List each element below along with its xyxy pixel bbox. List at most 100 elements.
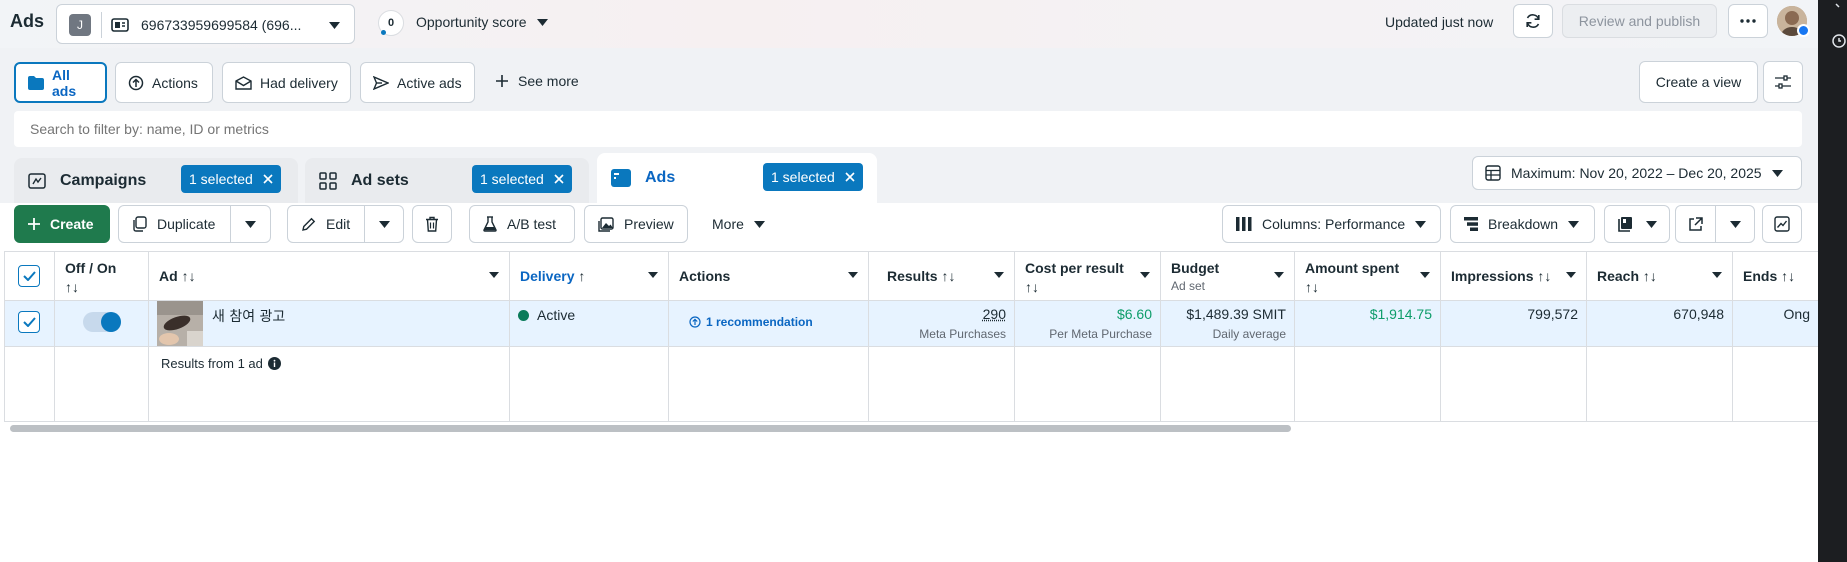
chevron-down-icon[interactable] (648, 272, 658, 278)
select-all-checkbox[interactable] (18, 265, 40, 287)
breakdown-label: Breakdown (1488, 216, 1559, 232)
chip-all-ads-label: All ads (52, 66, 77, 99)
chip-actions[interactable]: Actions (115, 62, 213, 103)
view-settings-button[interactable] (1763, 61, 1803, 103)
col-divider (148, 251, 149, 422)
breakdown-dropdown[interactable]: Breakdown (1450, 205, 1595, 243)
actions-header: Actions (679, 268, 731, 284)
create-view-button[interactable]: Create a view (1639, 61, 1758, 103)
chip-all-ads[interactable]: All ads (14, 62, 107, 103)
sort-icon[interactable]: ↑↓ (1643, 268, 1657, 284)
close-icon[interactable] (554, 174, 564, 184)
col-divider (509, 251, 510, 422)
more-options-button[interactable] (1728, 4, 1768, 38)
sort-icon[interactable]: ↑↓ (65, 279, 79, 295)
columns-label: Columns: Performance (1262, 216, 1406, 232)
chevron-down-icon (378, 220, 390, 228)
column-off-on[interactable]: Off / On ↑↓ (54, 252, 148, 300)
recommendation-link[interactable]: 1 recommendation (689, 315, 813, 329)
delete-button[interactable] (412, 205, 452, 243)
columns-icon (1236, 217, 1252, 231)
account-icon (111, 17, 129, 33)
score-indicator-dot (381, 30, 386, 35)
export-dropdown[interactable] (1715, 205, 1755, 243)
column-results[interactable]: Results ↑↓ (868, 252, 1014, 300)
row-checkbox[interactable] (18, 311, 40, 333)
sort-icon[interactable]: ↑↓ (941, 268, 955, 284)
column-reach[interactable]: Reach ↑↓ (1586, 252, 1732, 300)
close-icon[interactable] (845, 172, 855, 182)
close-icon[interactable] (263, 174, 273, 184)
results-value[interactable]: 290 (868, 306, 1006, 322)
chevron-down-icon[interactable] (1712, 272, 1722, 278)
external-link-icon (1688, 216, 1703, 232)
preview-label: Preview (624, 216, 674, 232)
see-more-button[interactable]: See more (496, 73, 579, 89)
columns-dropdown[interactable]: Columns: Performance (1222, 205, 1441, 243)
page-title: Ads (10, 11, 45, 31)
opportunity-score-dropdown[interactable]: Opportunity score (416, 14, 548, 30)
ad-toggle[interactable] (83, 312, 121, 332)
info-icon[interactable] (267, 357, 281, 370)
delivery-header: Delivery ↑ (520, 268, 585, 284)
sort-icon[interactable]: ↑↓ (1781, 268, 1795, 284)
sort-icon[interactable]: ↑↓ (1025, 279, 1039, 295)
column-budget[interactable]: Budget Ad set (1160, 252, 1294, 300)
horizontal-scrollbar[interactable] (10, 425, 1291, 432)
chip-active-ads-label: Active ads (397, 74, 462, 91)
cost-per-result-sub: Per Meta Purchase (1049, 327, 1152, 341)
edit-button[interactable]: Edit (287, 205, 365, 243)
chevron-down-icon[interactable] (848, 272, 858, 278)
ad-name[interactable]: 새 참여 광고 (212, 306, 285, 326)
column-impressions[interactable]: Impressions ↑↓ (1440, 252, 1586, 300)
chevron-down-icon[interactable] (1140, 272, 1150, 278)
search-input[interactable] (14, 111, 1802, 147)
chevron-down-icon[interactable] (1274, 272, 1284, 278)
trash-icon (425, 216, 439, 232)
chevron-down-icon[interactable] (1566, 272, 1576, 278)
ads-selected-badge[interactable]: 1 selected (763, 163, 863, 191)
column-cost-per-result[interactable]: Cost per result ↑↓ (1014, 252, 1160, 300)
column-ad[interactable]: Ad ↑↓ (148, 252, 509, 300)
ends-value: Ong (1783, 306, 1810, 322)
edit-dropdown[interactable] (364, 205, 404, 243)
grid-icon (319, 171, 337, 190)
ad-thumbnail[interactable] (157, 301, 203, 346)
date-range-picker[interactable]: Maximum: Nov 20, 2022 – Dec 20, 2025 (1472, 156, 1802, 190)
chip-active-ads[interactable]: Active ads (360, 62, 475, 103)
adsets-selected-badge[interactable]: 1 selected (472, 165, 572, 193)
opportunity-score-value: 0 (387, 17, 395, 29)
refresh-icon (1525, 13, 1541, 29)
preview-button[interactable]: Preview (584, 205, 688, 243)
folder-icon (28, 75, 44, 90)
tab-campaigns-label: Campaigns (60, 171, 147, 189)
chevron-down-icon[interactable] (994, 272, 1004, 278)
date-range-label: Maximum: Nov 20, 2022 – Dec 20, 2025 (1511, 165, 1762, 181)
review-publish-button[interactable]: Review and publish (1562, 4, 1717, 38)
column-actions[interactable]: Actions (668, 252, 868, 300)
column-delivery[interactable]: Delivery ↑ (509, 252, 668, 300)
recommendation-text: 1 recommendation (706, 315, 813, 329)
column-ends[interactable]: Ends ↑↓ (1732, 252, 1818, 300)
campaigns-selected-badge[interactable]: 1 selected (181, 165, 281, 193)
chevron-down-icon[interactable] (489, 272, 499, 278)
sort-icon[interactable]: ↑↓ (1305, 279, 1319, 295)
account-selector[interactable]: J 696733959699584 (696... (56, 4, 355, 44)
reports-dropdown[interactable] (1604, 205, 1670, 243)
chevron-down-icon (536, 18, 548, 26)
export-button[interactable] (1675, 205, 1716, 243)
sort-icon[interactable]: ↑↓ (1537, 268, 1551, 284)
create-button[interactable]: Create (14, 205, 110, 243)
refresh-button[interactable] (1513, 4, 1553, 38)
column-amount-spent[interactable]: Amount spent ↑↓ (1294, 252, 1440, 300)
more-actions-dropdown[interactable]: More (712, 216, 765, 232)
chip-had-delivery[interactable]: Had delivery (222, 62, 351, 103)
sort-ascending-icon[interactable]: ↑ (578, 268, 585, 284)
ab-test-button[interactable]: A/B test (469, 205, 575, 243)
duplicate-dropdown[interactable] (230, 205, 271, 243)
duplicate-button[interactable]: Duplicate (118, 205, 231, 243)
charts-button[interactable] (1762, 205, 1802, 243)
breakdown-icon (1464, 217, 1478, 231)
sort-icon[interactable]: ↑↓ (182, 268, 196, 284)
chevron-down-icon[interactable] (1420, 272, 1430, 278)
